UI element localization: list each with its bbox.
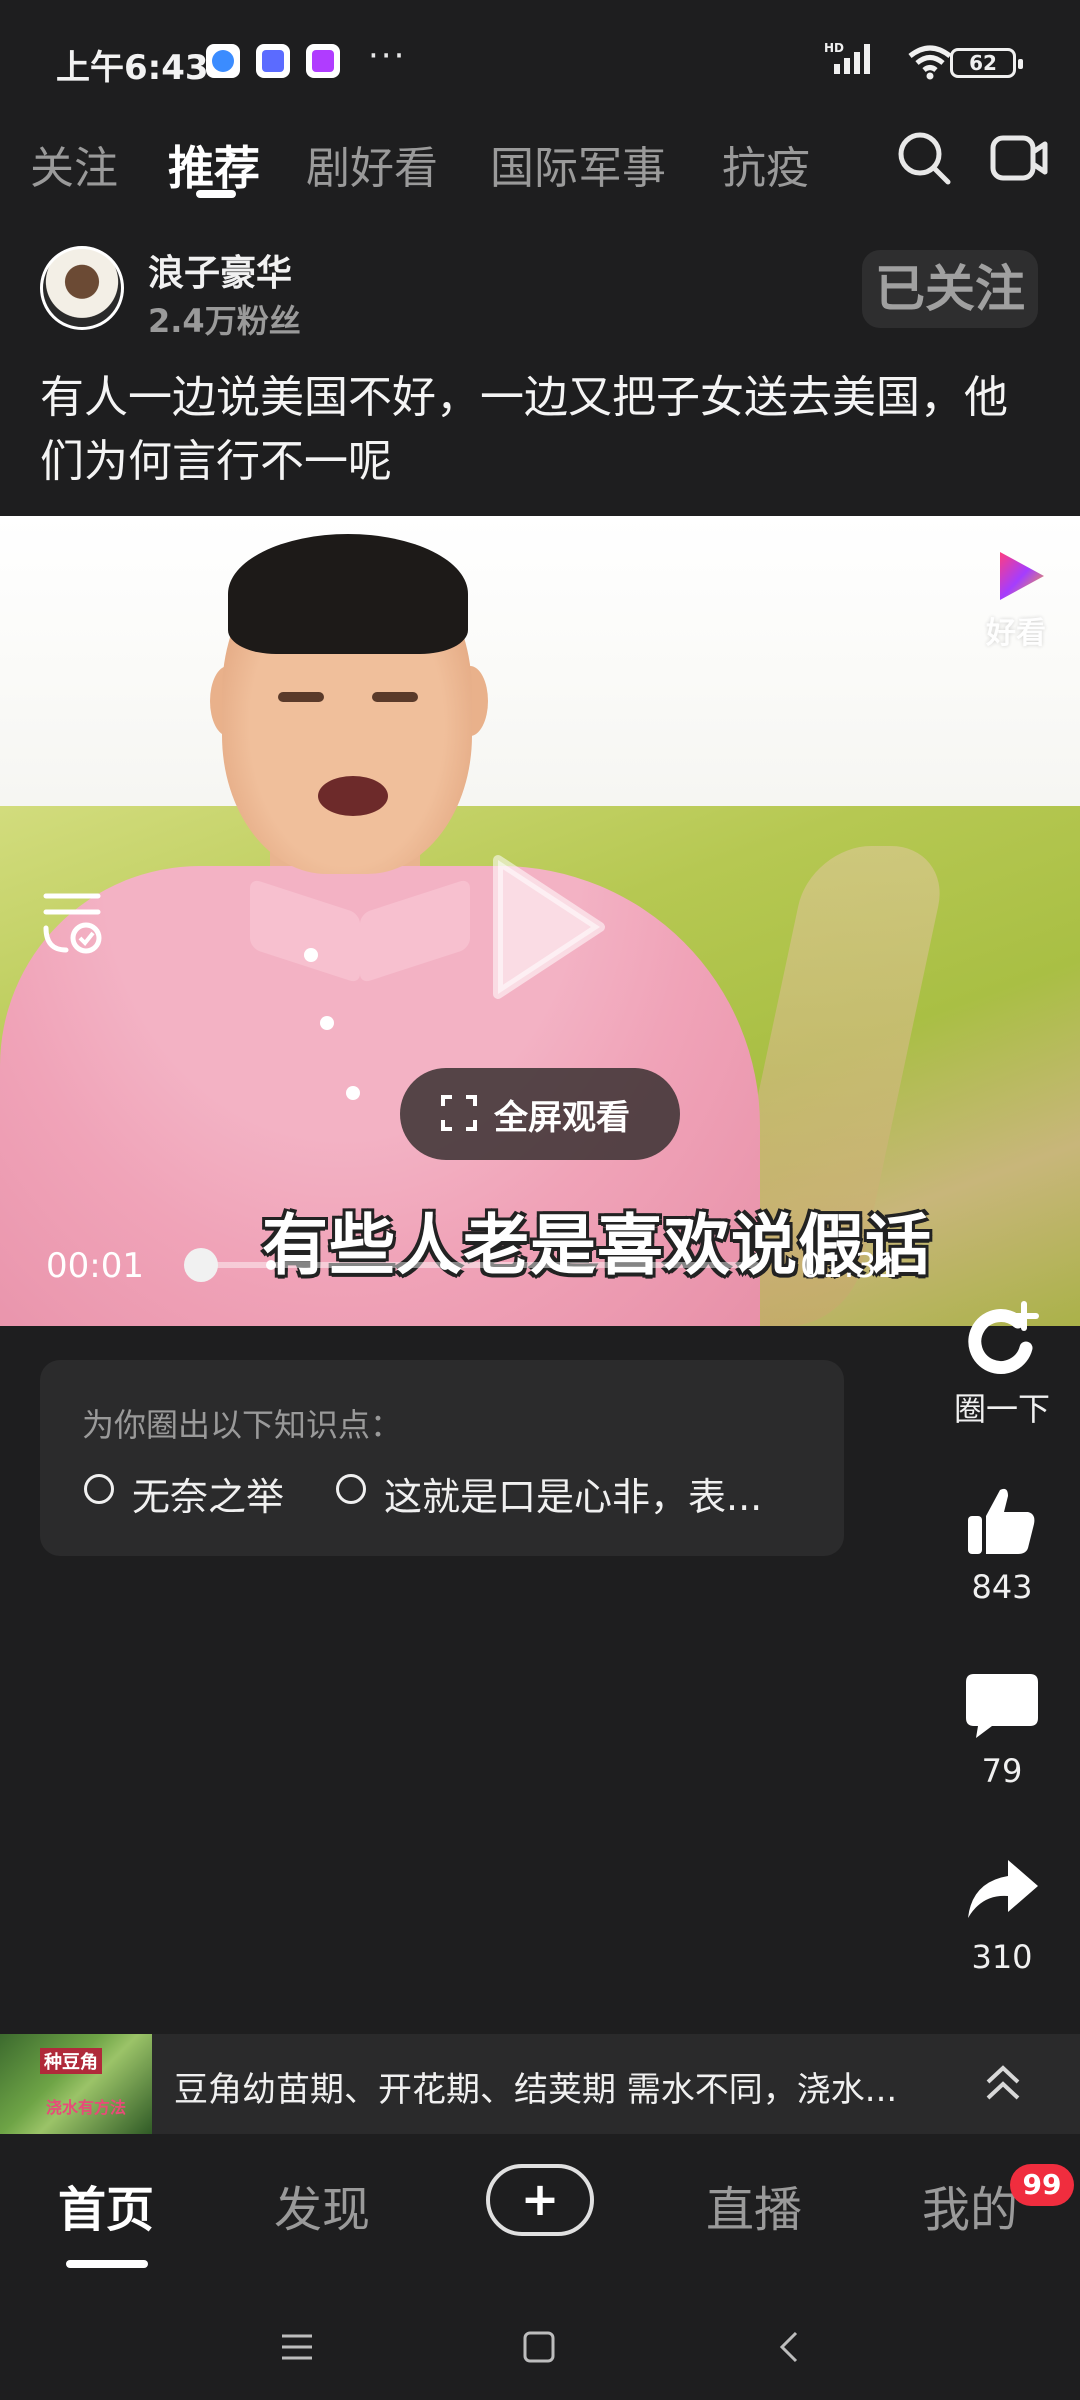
active-tab-underline [196, 190, 236, 198]
video-title: 有人一边说美国不好，一边又把子女送去美国，他们为何言行不一呢 [40, 372, 1008, 487]
fullscreen-button[interactable]: 全屏观看 [400, 1068, 680, 1160]
like-button[interactable]: 843 [952, 1482, 1052, 1606]
expand-up-icon[interactable] [980, 2058, 1026, 2108]
knowledge-heading: 为你圈出以下知识点： [82, 1406, 403, 1444]
fullscreen-label: 全屏观看 [494, 1098, 630, 1138]
presenter-eye [372, 692, 418, 702]
home-square-icon[interactable] [522, 2330, 556, 2368]
video-sky [0, 516, 1080, 806]
share-button[interactable]: 310 [952, 1852, 1052, 1976]
thumbs-up-icon [962, 1482, 1042, 1562]
knowledge-item-label: 这就是口是心非，表... [384, 1475, 763, 1519]
signal-icon: HD [824, 40, 880, 80]
circle-add-icon [962, 1298, 1042, 1378]
related-video-bar[interactable]: 种豆角 浇水有方法 豆角幼苗期、开花期、结荚期 需水不同，浇水... [0, 2034, 1080, 2134]
knowledge-item-label: 无奈之举 [132, 1475, 285, 1519]
video-player[interactable]: 好看 全屏观看 有些人老是喜欢说假话 00:01 01:31 [0, 516, 1080, 1326]
nav-live[interactable]: 直播 [706, 2170, 802, 2240]
menu-icon[interactable] [280, 2330, 314, 2368]
related-video-title: 豆角幼苗期、开花期、结荚期 需水不同，浇水... [174, 2070, 898, 2110]
haokan-watermark: 好看 [986, 616, 1046, 651]
thumbnail-subtitle: 浇水有方法 [46, 2098, 127, 2117]
total-time: 01:31 [800, 1246, 898, 1286]
like-count: 843 [971, 1568, 1033, 1606]
related-video-thumbnail: 种豆角 浇水有方法 [0, 2034, 152, 2134]
nav-active-underline [66, 2260, 148, 2268]
presenter-mouth [318, 776, 388, 816]
circle-action-button[interactable]: 圈一下 [952, 1298, 1052, 1430]
comment-count: 79 [981, 1752, 1023, 1790]
chapter-marker [440, 1260, 450, 1270]
video-app-notification-icon [256, 44, 290, 78]
listen-mode-icon[interactable] [40, 888, 110, 958]
add-icon: + [520, 2172, 560, 2226]
camera-icon[interactable] [990, 132, 1048, 184]
status-bar: 上午6:43 ··· HD 62 [0, 0, 1080, 96]
notification-badge: 99 [1010, 2164, 1074, 2206]
back-icon[interactable] [772, 2330, 806, 2368]
shirt-button [346, 1086, 360, 1100]
progress-handle[interactable] [184, 1248, 218, 1282]
chapter-marker [266, 1260, 276, 1270]
circle-icon [84, 1474, 114, 1504]
share-icon [962, 1852, 1042, 1932]
status-time: 上午6:43 [56, 48, 209, 88]
author-name[interactable]: 浪子豪华 [148, 244, 292, 296]
nav-discover[interactable]: 发现 [274, 2170, 370, 2240]
haokan-notification-icon [306, 44, 340, 78]
hd-label: HD [824, 41, 844, 55]
presenter-eye [278, 692, 324, 702]
author-fans-count: 2.4万粉丝 [148, 302, 301, 340]
add-button[interactable]: + [486, 2164, 594, 2236]
tab-military[interactable]: 国际军事 [490, 132, 666, 196]
author-avatar[interactable] [40, 246, 124, 330]
circle-icon [336, 1474, 366, 1504]
knowledge-points-card: 为你圈出以下知识点： 无奈之举 这就是口是心非，表... [40, 1360, 844, 1556]
top-tabs: 关注 推荐 剧好看 国际军事 抗疫 [0, 120, 1080, 200]
comment-button[interactable]: 79 [952, 1666, 1052, 1790]
battery-icon: 62 [950, 48, 1023, 78]
tab-follow[interactable]: 关注 [30, 132, 118, 196]
followed-button[interactable]: 已关注 [862, 250, 1038, 328]
play-icon[interactable] [488, 852, 608, 1002]
tab-epidemic[interactable]: 抗疫 [722, 132, 810, 196]
haokan-logo-icon [990, 546, 1050, 606]
circle-action-label: 圈一下 [953, 1390, 1050, 1428]
thumbnail-title: 种豆角 [40, 2048, 102, 2074]
bottom-navigation: 首页 发现 + 直播 我的 99 [0, 2134, 1080, 2400]
current-time: 00:01 [46, 1246, 144, 1286]
share-count: 310 [971, 1938, 1033, 1976]
comment-icon [962, 1666, 1042, 1746]
tab-recommend[interactable]: 推荐 [168, 132, 260, 198]
presenter-hair [228, 534, 468, 654]
shirt-button [304, 948, 318, 962]
nav-home[interactable]: 首页 [58, 2170, 154, 2240]
search-icon[interactable] [896, 130, 952, 186]
wifi-icon [906, 44, 954, 84]
more-notifications-icon: ··· [368, 36, 407, 76]
fullscreen-icon [440, 1094, 478, 1132]
tab-drama[interactable]: 剧好看 [306, 132, 438, 196]
shirt-button [320, 1016, 334, 1030]
app-notification-icon [206, 44, 240, 78]
progress-bar[interactable] [200, 1262, 760, 1268]
nav-mine[interactable]: 我的 [922, 2170, 1018, 2240]
